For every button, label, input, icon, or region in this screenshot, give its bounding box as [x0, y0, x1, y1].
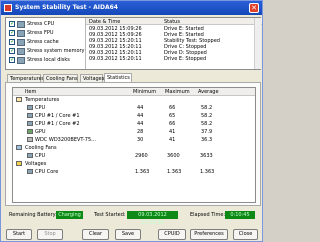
table-row: Temperatures — [13, 97, 255, 104]
close-button[interactable]: Close — [233, 229, 258, 240]
fpu-chip-icon — [17, 30, 25, 37]
column-average: Average — [198, 89, 219, 95]
column-minimum: Minimum — [133, 89, 157, 95]
stress-panel: Stress CPU Stress FPU Stress cache Stres… — [5, 17, 262, 70]
temperature-icon — [16, 97, 22, 102]
table-row: CPU 2960 3600 3633 — [13, 153, 255, 160]
column-item: Item — [25, 89, 37, 95]
preferences-button[interactable]: Preferences — [190, 229, 228, 240]
checkbox-icon[interactable] — [9, 38, 15, 45]
cache-chip-icon — [17, 39, 25, 46]
close-window-button[interactable]: ✕ — [249, 3, 259, 13]
stress-cache-option[interactable]: Stress cache — [9, 38, 85, 47]
table-row: WDC WD3200BEVT-75... 30 41 36.3 — [13, 137, 255, 144]
fan-icon — [16, 145, 22, 150]
table-row: Cooling Fans — [13, 145, 255, 152]
checkbox-icon[interactable] — [9, 29, 15, 36]
tab-temperatures[interactable]: Temperatures — [7, 74, 44, 82]
checkbox-icon[interactable] — [9, 56, 15, 63]
cpu-chip-icon — [17, 21, 25, 28]
aida64-icon — [4, 4, 12, 12]
checkbox-icon[interactable] — [9, 47, 15, 54]
stress-disks-option[interactable]: Stress local disks — [9, 56, 85, 65]
log-header: Date & Time Status — [86, 18, 262, 25]
table-row: CPU #1 / Core #2 44 66 58.2 — [13, 121, 255, 128]
tab-strip: Temperatures Cooling Fans Voltages Stati… — [5, 73, 261, 82]
status-bar: Remaining Battery: Charging Test Started… — [1, 210, 264, 226]
statistics-table: Item Minimum Maximum Average Temperature… — [12, 87, 256, 203]
cpu-icon — [27, 105, 33, 110]
cpu-core-icon — [27, 121, 33, 126]
tab-cooling-fans[interactable]: Cooling Fans — [43, 74, 78, 82]
cpu-core-voltage-icon — [27, 169, 33, 174]
checkbox-icon[interactable] — [9, 20, 15, 27]
table-row: GPU 28 41 37.9 — [13, 129, 255, 136]
gpu-icon — [27, 129, 33, 134]
stress-options: Stress CPU Stress FPU Stress cache Stres… — [7, 19, 85, 69]
cpu-core-icon — [27, 113, 33, 118]
log-scrollbar[interactable] — [254, 18, 261, 69]
button-bar: Start Stop Clear Save CPUID Preferences … — [1, 229, 264, 241]
table-row: CPU Core 1.363 1.363 1.363 — [13, 169, 255, 176]
clear-button[interactable]: Clear — [82, 229, 109, 240]
log-header-status: Status — [164, 19, 180, 25]
log-row: 09.03.2012 15:20:11 Drive E: Stopped — [89, 56, 207, 62]
remaining-battery-value: Charging — [56, 211, 83, 219]
start-button[interactable]: Start — [6, 229, 32, 240]
test-started-label: Test Started: — [94, 212, 126, 218]
hard-disk-icon — [17, 57, 25, 64]
table-row: CPU #1 / Core #1 44 65 58.2 — [13, 113, 255, 120]
stress-fpu-option[interactable]: Stress FPU — [9, 29, 85, 38]
stress-cpu-option[interactable]: Stress CPU — [9, 20, 85, 29]
table-row: CPU 44 66 58.2 — [13, 105, 255, 112]
stop-button[interactable]: Stop — [37, 229, 63, 240]
status-log: Date & Time Status 09.03.2012 15:09:26 D… — [85, 18, 262, 69]
statistics-header: Item Minimum Maximum Average — [13, 88, 255, 96]
voltage-icon — [16, 161, 22, 166]
log-header-time: Date & Time — [89, 19, 121, 25]
column-maximum: Maximum — [165, 89, 190, 95]
test-started-value: 09.03.2012 15:09:26 — [127, 211, 178, 226]
tab-statistics[interactable]: Statistics — [104, 73, 132, 82]
table-row: Voltages — [13, 161, 255, 168]
cpuid-button[interactable]: CPUID — [158, 229, 186, 240]
elapsed-time-label: Elapsed Time: — [190, 212, 226, 218]
hard-disk-icon — [27, 137, 33, 142]
system-stability-test-window: System Stability Test - AIDA64 ✕ Stress … — [0, 0, 263, 242]
stress-memory-option[interactable]: Stress system memory — [9, 47, 85, 56]
title-bar: System Stability Test - AIDA64 ✕ — [1, 1, 262, 15]
statistics-panel: Item Minimum Maximum Average Temperature… — [5, 82, 261, 206]
tab-voltages[interactable]: Voltages — [80, 74, 104, 82]
cpu-fan-icon — [27, 153, 33, 158]
window-title: System Stability Test - AIDA64 — [15, 4, 118, 11]
elapsed-time-value: 0:10:45 — [225, 211, 255, 219]
remaining-battery-label: Remaining Battery: — [9, 212, 57, 218]
save-button[interactable]: Save — [115, 229, 141, 240]
memory-module-icon — [17, 48, 25, 55]
